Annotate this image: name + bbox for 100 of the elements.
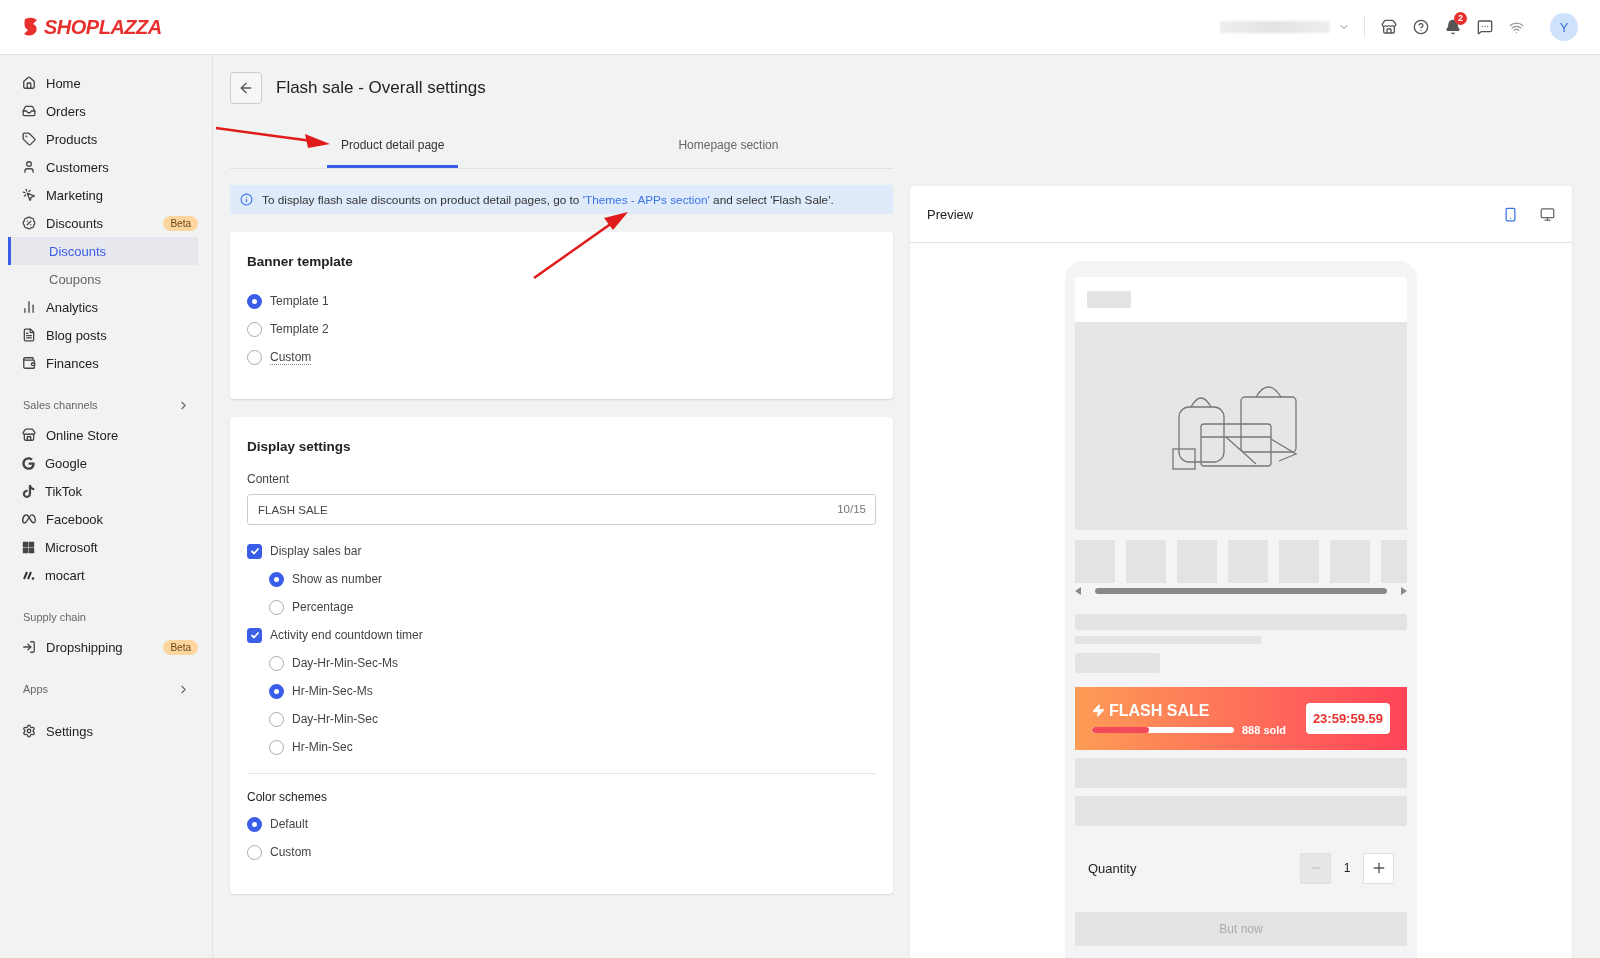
radio-button[interactable] [247,844,262,860]
skeleton-bar [1087,291,1131,308]
sidebar-item[interactable]: Finances [0,349,212,377]
checkbox[interactable] [247,543,262,559]
radio-button[interactable] [247,321,262,337]
sidebar-item[interactable]: Dropshipping Beta [0,633,212,661]
home-icon [22,76,36,90]
sidebar-label: Settings [46,723,93,739]
radio-button[interactable] [247,293,262,309]
notification-icon[interactable] [1445,19,1461,35]
section-header[interactable]: Apps [0,677,212,701]
user-avatar[interactable]: Y [1550,13,1578,41]
sidebar-label: Dropshipping [46,639,123,655]
back-button[interactable] [230,72,262,104]
themes-link[interactable]: 'Themes - APPs section' [582,192,710,207]
wallet-icon [22,356,36,370]
wifi-icon[interactable] [1509,19,1524,35]
option-label: Day-Hr-Min-Sec-Ms [292,656,398,670]
radio-button[interactable] [247,816,262,832]
banner-title: FLASH SALE [1109,701,1210,720]
sidebar-label: Home [46,75,81,91]
radio-button[interactable] [269,683,284,699]
sidebar-label: Marketing [46,187,104,203]
option-label: Custom [270,845,312,859]
tag-icon [22,132,36,146]
section-header[interactable]: Supply chain [0,605,212,629]
option-label: Default [270,817,309,831]
info-icon [240,193,253,206]
note-icon [22,484,35,498]
sidebar-item[interactable]: Orders [0,97,212,125]
sidebar-item[interactable]: Microsoft [0,533,212,561]
sidebar-item[interactable]: Facebook [0,505,212,533]
quantity-value: 1 [1342,861,1352,875]
radio-button[interactable] [247,349,262,365]
option-label: Percentage [292,600,354,614]
radio-button[interactable] [269,655,284,671]
sidebar-subitem[interactable]: Discounts [8,237,198,265]
option-label: Template 2 [270,322,329,336]
sidebar-item[interactable]: Blog posts [0,321,212,349]
monitor-icon[interactable] [1540,206,1555,222]
sidebar-item[interactable]: Online Store [0,421,212,449]
plus-button[interactable] [1363,852,1394,884]
section-header[interactable]: Sales channels [0,393,212,417]
store-icon[interactable] [1381,19,1397,35]
scrollbar[interactable] [1075,586,1407,596]
bar-chart-icon [22,300,36,314]
checkbox[interactable] [247,627,262,643]
option-label: Hr-Min-Sec-Ms [292,684,373,698]
pointer-icon [22,188,36,202]
sidebar-label: Microsoft [45,539,98,555]
section-title: Color schemes [247,790,329,804]
checkmark-icon [249,630,260,640]
sidebar-item[interactable]: Discounts Beta [0,209,212,237]
tab[interactable]: Product detail page [327,125,459,168]
radio-button[interactable] [269,711,284,727]
sidebar-item[interactable]: Customers [0,153,212,181]
quantity-label: Quantity [1088,860,1137,876]
import-icon [22,640,36,654]
scroll-left-icon[interactable] [1075,587,1081,595]
help-icon[interactable] [1413,19,1429,35]
sold-count: 888 sold [1242,723,1287,736]
radio-button[interactable] [269,739,284,755]
document-icon [22,328,36,342]
store-icon [22,428,36,442]
option-label: Day-Hr-Min-Sec [292,712,378,726]
option-label: Custom [270,349,312,365]
checkmark-icon [249,546,260,556]
grid-icon [22,540,35,554]
sidebar-item[interactable]: Google [0,449,212,477]
panel-title: Preview [927,206,974,222]
beta-badge: Beta [163,215,198,231]
logo[interactable]: SHOPLAZZA [22,15,162,39]
sidebar-subitem[interactable]: Coupons [8,265,198,293]
discount-tag-icon [22,216,36,230]
card-title: Display settings [247,439,352,454]
chat-icon[interactable] [1477,19,1493,35]
radio-button[interactable] [269,599,284,615]
info-text: To display flash sale discounts on product detail pages, go to 'Themes - APPs section' and select 'Flash Sale'. [262,192,834,207]
sidebar-item[interactable]: TikTok [0,477,212,505]
sidebar-label: Online Store [46,427,119,443]
phone-icon[interactable] [1503,206,1518,222]
option-label: Activity end countdown timer [270,628,423,642]
scroll-right-icon[interactable] [1401,587,1407,595]
sidebar-label: mocart [45,567,85,583]
radio-button[interactable] [269,571,284,587]
section-heading: Sales channels [23,399,98,411]
field-label: Content [247,472,291,486]
sidebar-item[interactable]: Marketing [0,181,212,209]
sidebar-item[interactable]: Settings [0,717,212,745]
notification-badge: 2 [1454,12,1467,25]
sidebar-item[interactable]: mocart [0,561,212,589]
sidebar-item[interactable]: Analytics [0,293,212,321]
settings-icon [22,724,36,738]
countdown-timer: 23:59:59.59 [1305,703,1390,734]
sidebar-item[interactable]: Home [0,69,212,97]
sidebar-label: Facebook [46,511,104,527]
tab[interactable]: Homepage section [664,125,793,168]
character-counter: 10/15 [837,503,866,515]
sidebar-label: Blog posts [46,327,107,343]
sidebar-item[interactable]: Products [0,125,212,153]
